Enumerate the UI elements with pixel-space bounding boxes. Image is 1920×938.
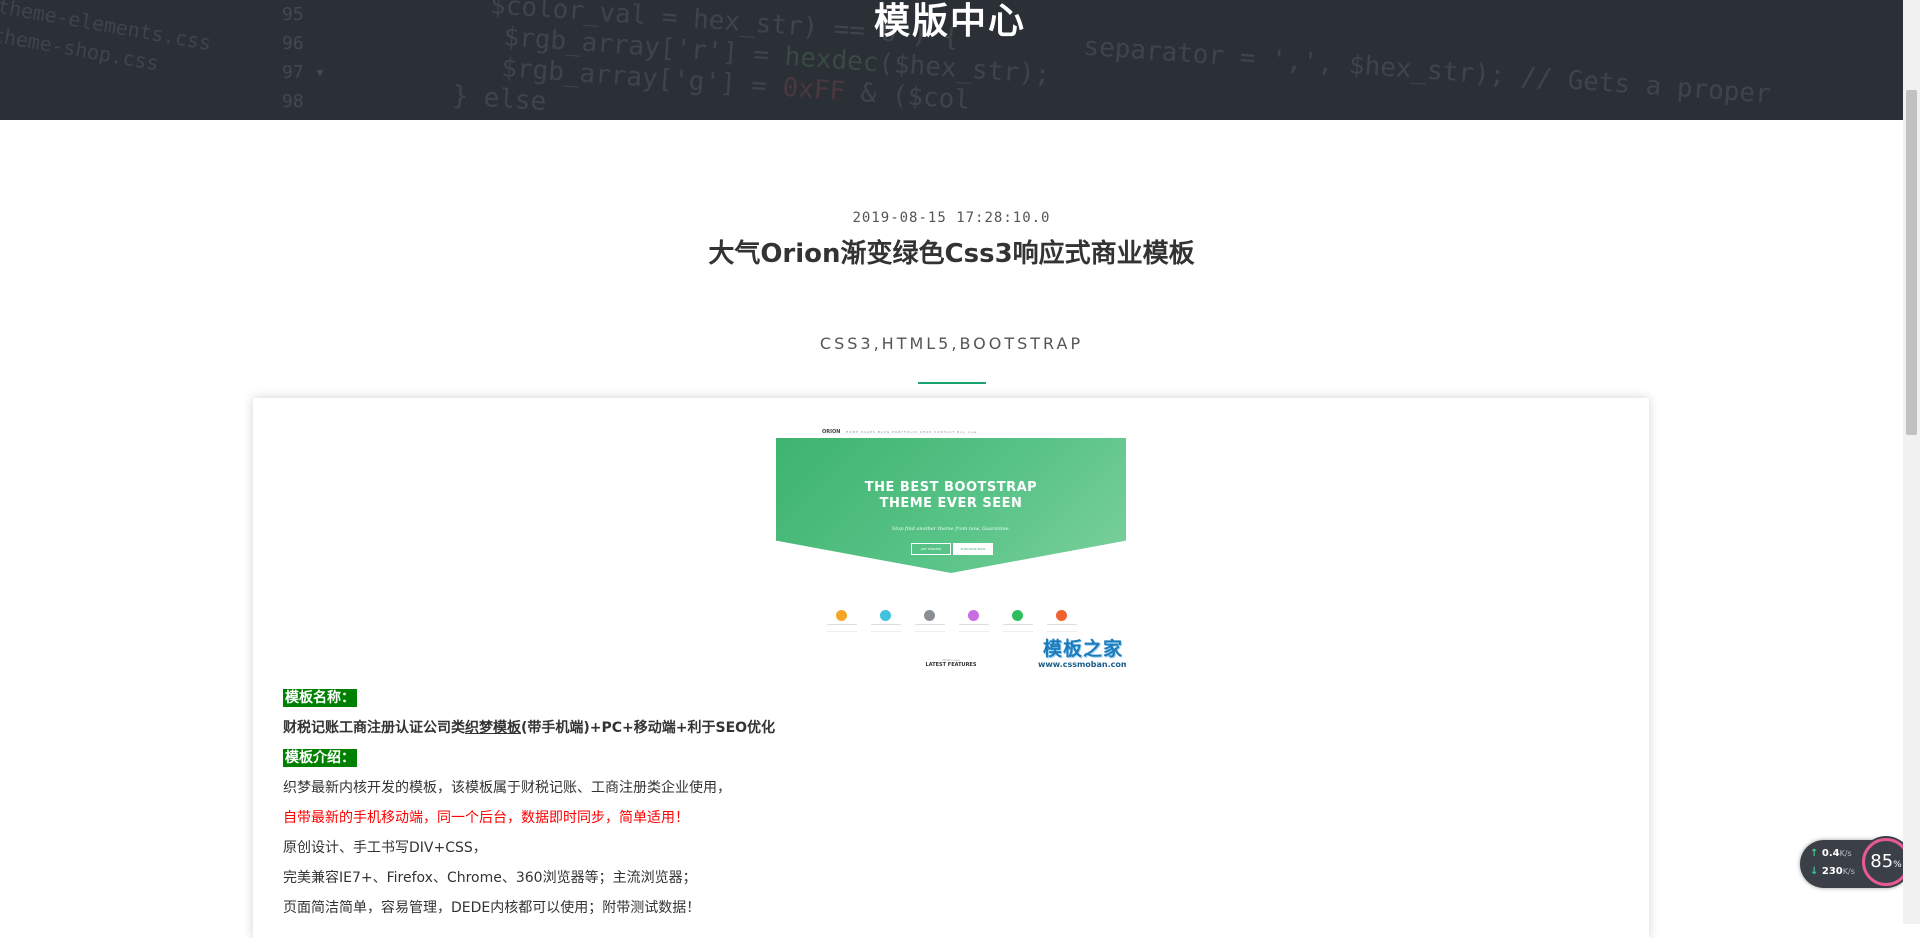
article-content-card: ORION HOME PAGES BLOG PORTFOLIO SHOP CON… [253,398,1649,938]
feature-icon [1012,610,1023,621]
feature-icon [924,610,935,621]
preview-latest-features: What's new LATEST FEATURES [916,658,986,668]
page-header-banner: 95 96 97 ▾ 98 theme-elements.css theme-s… [0,0,1920,120]
preview-hero-line2: THEME EVER SEEN [879,496,1023,511]
feature-text [871,624,901,632]
feature-text [915,624,945,632]
arrow-down-icon: ↓ [1810,866,1819,877]
preview-latest-label: LATEST FEATURES [925,662,977,668]
feature-text [827,624,857,632]
upload-unit: K/s [1839,849,1852,858]
preview-logo: ORION [822,429,841,435]
article-title: 大气Orion渐变绿色Css3响应式商业模板 [708,239,1195,269]
feature-icon [836,610,847,621]
upload-value: 0.4 [1821,848,1840,859]
template-name-prefix: 财税记账工商注册认证公司类 [283,720,465,736]
download-value: 230 [1821,866,1843,877]
feature-text [1047,624,1077,632]
arrow-up-icon: ↑ [1810,848,1819,859]
usage-percent-sign: % [1893,860,1902,870]
template-name-line: 财税记账工商注册认证公司类织梦模板(带手机端)+PC+移动端+利于SEO优化 [283,713,1583,743]
preview-hero-heading: THE BEST BOOTSTRAP THEME EVER SEEN [776,480,1126,512]
preview-hero: THE BEST BOOTSTRAP THEME EVER SEEN Stop … [776,438,1126,573]
article-date: 2019-08-15 17:28:10.0 [852,210,1051,226]
article-tags: CSS3,HTML5,BOOTSTRAP [819,334,1084,353]
watermark-text: 模板之家 [1042,638,1123,660]
article-body: 模板名称： 财税记账工商注册认证公司类织梦模板(带手机端)+PC+移动端+利于S… [283,683,1583,923]
intro-line-5: 页面简洁简单，容易管理，DEDE内核都可以使用；附带测试数据！ [283,900,701,916]
feature-text [1003,624,1033,632]
feature-icon [1056,610,1067,621]
scrollbar-thumb[interactable] [1906,90,1917,435]
preview-get-started-button: GET STARTED [911,543,951,555]
feature-icon [968,610,979,621]
usage-percent: 85 [1870,851,1894,872]
download-unit: K/s [1842,867,1855,876]
tags-underline-divider [918,382,986,384]
intro-line-3: 原创设计、手工书写DIV+CSS， [283,840,487,856]
preview-purchase-button: PURCHASE NOW [953,543,993,555]
preview-feature-icons [826,610,1077,634]
dedecms-template-link[interactable]: 织梦模板 [465,720,521,736]
download-speed: ↓ 230K/s [1810,866,1855,877]
vertical-scrollbar[interactable] [1903,0,1920,924]
intro-line-4: 完美兼容IE7+、Firefox、Chrome、360浏览器等；主流浏览器； [283,870,697,886]
intro-line-1: 织梦最新内核开发的模板，该模板属于财税记账、工商注册类企业使用， [283,780,731,796]
label-template-name: 模板名称： [283,689,357,707]
upload-speed: ↑ 0.4K/s [1810,848,1852,859]
preview-nav-links: HOME PAGES BLOG PORTFOLIO SHOP CONTACT B… [846,430,978,434]
template-name-suffix: (带手机端)+PC+移动端+利于SEO优化 [521,720,776,736]
template-preview-image: ORION HOME PAGES BLOG PORTFOLIO SHOP CON… [776,426,1126,670]
watermark-logo: 模板之家 www.cssmoban.com [1038,638,1126,669]
preview-hero-line1: THE BEST BOOTSTRAP [864,480,1038,495]
watermark-url: www.cssmoban.com [1038,660,1126,669]
page-header-title: 模版中心 [873,1,1026,42]
preview-hero-subtitle: Stop find another theme from now, Guaran… [891,526,1011,532]
feature-icon [880,610,891,621]
label-template-intro: 模板介绍： [283,749,357,767]
preview-navbar: ORION HOME PAGES BLOG PORTFOLIO SHOP CON… [776,426,1126,438]
feature-text [959,624,989,632]
intro-line-2: 自带最新的手机移动端，同一个后台，数据即时同步，简单适用！ [283,810,689,826]
network-speed-widget[interactable]: ↑ 0.4K/s ↓ 230K/s 85% [1800,838,1910,888]
